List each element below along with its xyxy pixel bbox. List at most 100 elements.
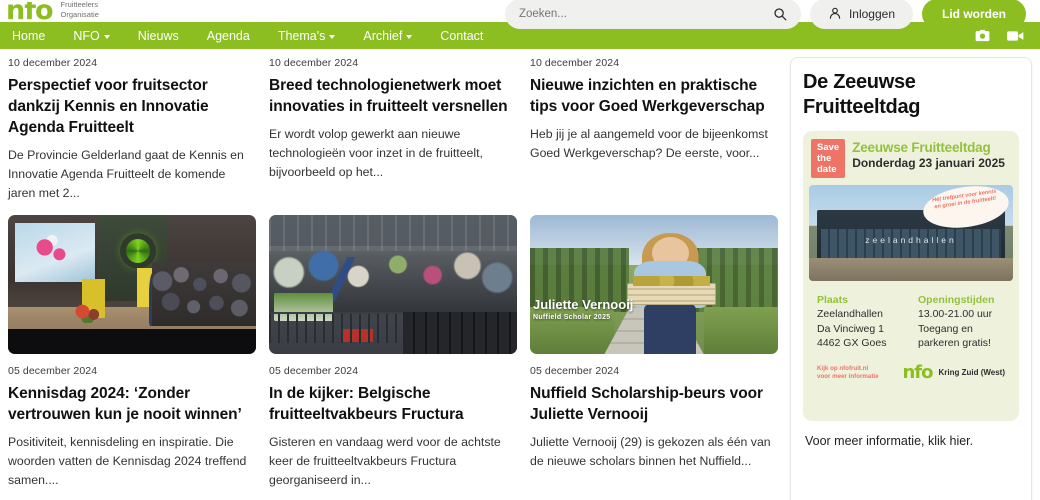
news-excerpt: Juliette Vernooij (29) is gekozen als éé… — [530, 435, 771, 468]
flyer-subheading: Donderdag 23 januari 2025 — [852, 156, 1005, 170]
flyer-info-line: 4462 GX Goes — [817, 337, 887, 349]
news-date: 10 december 2024 — [269, 57, 359, 69]
stage-flowers — [72, 303, 108, 324]
site-logo[interactable]: nfo Fruitteelers Organisatie — [6, 0, 99, 20]
flyer-footer-note-line2: voor meer informatie — [817, 372, 879, 380]
news-excerpt: De Provincie Gelderland gaat de Kennis e… — [8, 148, 244, 200]
logo-tagline: Fruitteelers Organisatie — [61, 0, 99, 20]
orchard-woman-photo[interactable]: Juliette Vernooij Nuffield Scholar 2025 — [530, 215, 778, 354]
nav-item-themas[interactable]: Thema's — [264, 29, 350, 43]
nav-media-icons — [975, 29, 1028, 42]
more-info-link[interactable]: Voor meer informatie, klik hier. — [803, 421, 1019, 448]
nav-label-agenda: Agenda — [206, 28, 250, 43]
person-legs — [644, 303, 697, 354]
chevron-down-icon — [329, 34, 336, 39]
search-box[interactable] — [504, 0, 801, 29]
flyer-info-line: Da Vinciweg 1 — [817, 322, 884, 335]
venue-foreground — [809, 257, 1013, 281]
nav-label-nieuws: Nieuws — [137, 28, 179, 43]
nfo-logo-mark: nfo — [902, 361, 933, 383]
login-button[interactable]: Inloggen — [809, 0, 913, 29]
flyer-bubble-text: Hét trefpunt voor kennis en groei in de … — [932, 188, 997, 210]
news-date: 05 december 2024 — [269, 365, 359, 377]
flyer-info-line: Zeelandhallen — [817, 308, 883, 320]
flyer-header: Save the date Zeeuwse Fruitteeltdag Dond… — [803, 131, 1019, 178]
news-date: 05 december 2024 — [530, 365, 620, 377]
flyer-footer: Kijk op nfofruit.nl voor meer informatie… — [803, 351, 1019, 391]
flyer-info-heading: Openingstijden — [918, 294, 995, 306]
stage-logo-graphic — [119, 233, 156, 270]
logo-tagline-line2: Organisatie — [60, 10, 99, 19]
nav-label-archief: Archief — [363, 28, 403, 43]
news-title[interactable]: Nieuwe inzichten en praktische tips voor… — [530, 75, 778, 117]
nav-label-contact: Contact — [440, 28, 484, 43]
news-card[interactable]: 05 december 2024 In de kijker: Belgische… — [269, 215, 517, 490]
news-card[interactable]: 05 december 2024 Kennisdag 2024: ‘Zonder… — [8, 215, 256, 490]
top-bar-actions: Inloggen Lid worden — [504, 0, 1026, 29]
search-input[interactable] — [518, 8, 773, 20]
nav-item-nieuws[interactable]: Nieuws — [124, 29, 193, 43]
top-bar: nfo Fruitteelers Organisatie Inloggen Li… — [0, 0, 1040, 29]
news-date: 10 december 2024 — [530, 57, 620, 69]
orchard-grass-right — [703, 306, 778, 354]
flyer-info-hours: Openingstijden 13.00-21.00 uur Toegang e… — [918, 293, 1005, 351]
photo-caption-name: Juliette Vernooij — [533, 297, 634, 313]
news-card[interactable]: Juliette Vernooij Nuffield Scholar 2025 … — [530, 215, 778, 490]
nav-item-agenda[interactable]: Agenda — [193, 29, 264, 43]
event-flyer[interactable]: Save the date Zeeuwse Fruitteeltdag Dond… — [803, 131, 1019, 421]
flyer-info-location: Plaats Zeelandhallen Da Vinciweg 1 4462 … — [817, 293, 904, 351]
flyer-footer-note: Kijk op nfofruit.nl voor meer informatie — [817, 365, 892, 381]
save-badge-line1: Save — [817, 142, 840, 153]
photo-caption-overlay: Juliette Vernooij Nuffield Scholar 2025 — [530, 298, 633, 323]
news-date: 05 december 2024 — [8, 365, 98, 377]
nav-item-archief[interactable]: Archief — [349, 29, 426, 43]
flyer-info-line: 13.00-21.00 uur — [918, 308, 993, 320]
event-promo-title: De Zeeuwse Fruitteeltdag — [803, 71, 921, 118]
search-icon[interactable] — [773, 7, 787, 21]
save-badge-line2: the — [817, 153, 832, 164]
flyer-footer-logo: nfo Kring Zuid (West) — [902, 361, 1005, 383]
news-grid-row-2: 05 december 2024 Kennisdag 2024: ‘Zonder… — [8, 215, 778, 490]
news-title[interactable]: Kennisdag 2024: ‘Zonder vertrouwen kun j… — [8, 383, 256, 425]
login-label: Inloggen — [848, 7, 895, 21]
sidebar: De Zeeuwse Fruitteeltdag Save the date Z… — [788, 49, 1040, 500]
news-title[interactable]: In de kijker: Belgische fruitteeltvakbeu… — [269, 383, 517, 425]
news-card[interactable]: 10 december 2024 Nieuwe inzichten en pra… — [530, 57, 778, 203]
news-excerpt: Gisteren en vandaag werd voor de achtste… — [269, 435, 501, 487]
news-excerpt: Heb jij je al aangemeld voor de bijeenko… — [530, 127, 768, 160]
nav-item-nfo[interactable]: NFO — [59, 29, 123, 43]
join-button[interactable]: Lid worden — [922, 0, 1026, 29]
fruit-crate — [626, 275, 716, 306]
news-title[interactable]: Perspectief voor fruitsector dankzij Ken… — [8, 75, 256, 138]
flyer-info-heading: Plaats — [817, 294, 848, 306]
save-badge-line3: date — [817, 164, 837, 175]
flyer-heading: Zeeuwse Fruitteeltdag — [852, 140, 991, 155]
nav-item-contact[interactable]: Contact — [426, 29, 497, 43]
venue-building-name: zeelandhallen — [865, 234, 957, 245]
user-icon — [828, 6, 842, 23]
camera-icon[interactable] — [975, 29, 990, 42]
news-grid-row-1: 10 december 2024 Perspectief voor fruits… — [8, 57, 778, 203]
conference-stage-photo[interactable] — [8, 215, 256, 354]
nav-item-home[interactable]: Home — [12, 29, 59, 43]
save-the-date-badge: Save the date — [811, 139, 846, 178]
logo-mark: nfo — [6, 2, 53, 20]
chevron-down-icon — [406, 34, 413, 39]
photo-caption-subtitle: Nuffield Scholar 2025 — [533, 314, 611, 322]
news-content: 10 december 2024 Perspectief voor fruits… — [0, 49, 788, 500]
news-date: 10 december 2024 — [8, 57, 98, 69]
flyer-info-line: parkeren gratis! — [918, 337, 991, 349]
event-promo-card[interactable]: De Zeeuwse Fruitteeltdag Save the date Z… — [790, 57, 1032, 500]
nav-label-home: Home — [12, 28, 46, 43]
flyer-footer-note-line1: Kijk op nfofruit.nl — [817, 364, 869, 372]
nav-label-themas: Thema's — [277, 28, 326, 43]
news-title[interactable]: Breed technologienetwerk moet innovaties… — [269, 75, 517, 117]
news-title[interactable]: Nuffield Scholarship-beurs voor Juliette… — [530, 383, 778, 425]
page-body: 10 december 2024 Perspectief voor fruits… — [0, 49, 1040, 500]
news-card[interactable]: 10 december 2024 Breed technologienetwer… — [269, 57, 517, 203]
flyer-headings: Zeeuwse Fruitteeltdag Donderdag 23 janua… — [852, 139, 1005, 178]
trade-fair-hall-photo[interactable] — [269, 215, 517, 354]
stage-projection-screen — [15, 223, 95, 282]
video-icon[interactable] — [1007, 30, 1024, 42]
news-card[interactable]: 10 december 2024 Perspectief voor fruits… — [8, 57, 256, 203]
